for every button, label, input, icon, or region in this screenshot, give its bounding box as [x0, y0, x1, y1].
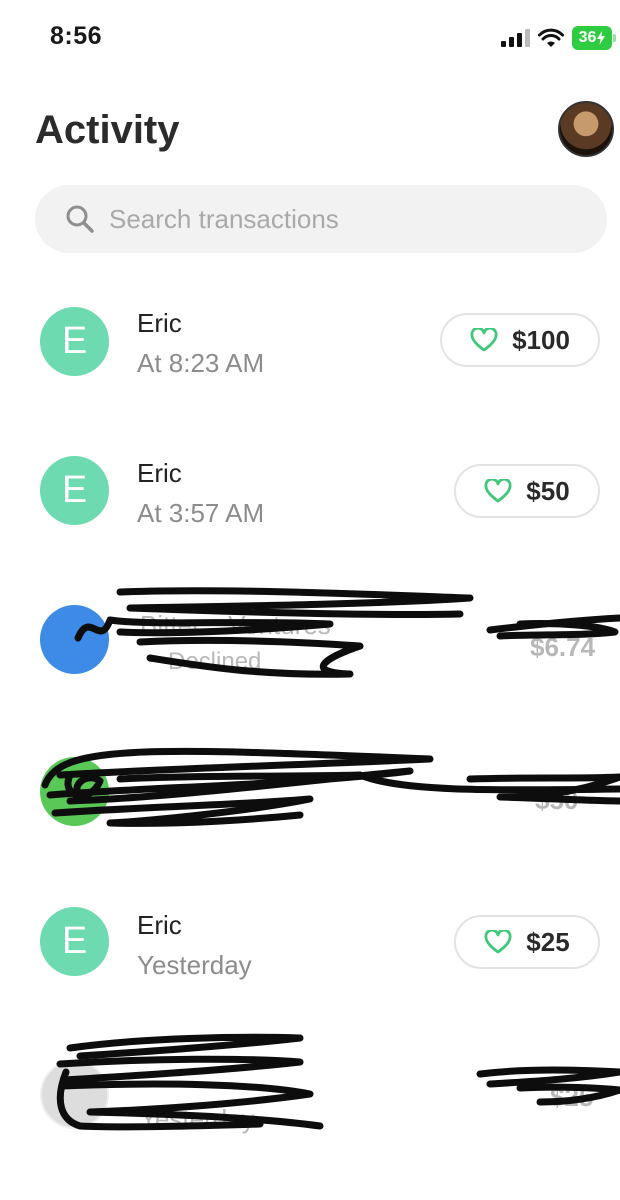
amount-value: $50 [535, 785, 579, 815]
avatar: E [40, 907, 109, 976]
heart-icon [484, 479, 512, 503]
amount-value: $100 [512, 324, 570, 355]
page-title: Activity [35, 108, 180, 152]
avatar [40, 605, 109, 674]
search-icon [66, 205, 94, 233]
transaction-name: Eric [137, 308, 182, 338]
status-bar: 8:56 36 [0, 0, 620, 80]
search-input[interactable] [109, 203, 549, 235]
avatar [40, 757, 109, 826]
amount-pill[interactable]: $25 [454, 915, 600, 969]
transaction-time: Yesterday [137, 950, 252, 980]
wifi-icon [538, 28, 564, 47]
transaction-row[interactable]: E Eric At 3:57 AM $50 [0, 440, 620, 560]
transaction-row[interactable]: Yesterday $25 [0, 1030, 620, 1150]
amount-pill[interactable]: $100 [440, 313, 600, 367]
amount-value: $25 [526, 926, 570, 957]
transaction-status: Yesterday [140, 1104, 255, 1134]
search-bar[interactable] [35, 185, 607, 253]
amount-value: $25 [550, 1082, 594, 1112]
transaction-name: Eric [137, 458, 182, 488]
transaction-time: At 3:57 AM [137, 498, 265, 528]
charging-bolt-icon [597, 31, 606, 45]
transaction-row[interactable]: $50 [0, 735, 620, 855]
heart-icon [470, 328, 498, 352]
amount-pill[interactable]: $50 [454, 464, 600, 518]
profile-avatar[interactable] [558, 101, 614, 157]
battery-level: 36 [578, 29, 597, 46]
avatar [40, 1060, 109, 1129]
signal-icon [501, 29, 530, 47]
transaction-status: Declined [168, 648, 262, 675]
status-time: 8:56 [50, 22, 103, 50]
amount-value: $6.74 [530, 632, 596, 662]
status-icons: 36 [501, 24, 616, 52]
amount-value: $50 [526, 475, 570, 506]
transaction-row[interactable]: Bitter... Ventures Declined $6.74 [0, 580, 620, 700]
transaction-row[interactable]: E Eric Yesterday $25 [0, 890, 620, 1010]
transaction-time: At 8:23 AM [137, 348, 265, 378]
heart-icon [484, 930, 512, 954]
avatar: E [40, 307, 109, 376]
avatar: E [40, 456, 109, 525]
battery-icon: 36 [572, 26, 616, 50]
transaction-row[interactable]: E Eric At 8:23 AM $100 [0, 290, 620, 410]
transaction-name: Bitter... Ventures [140, 610, 331, 640]
transaction-name: Eric [137, 910, 182, 940]
